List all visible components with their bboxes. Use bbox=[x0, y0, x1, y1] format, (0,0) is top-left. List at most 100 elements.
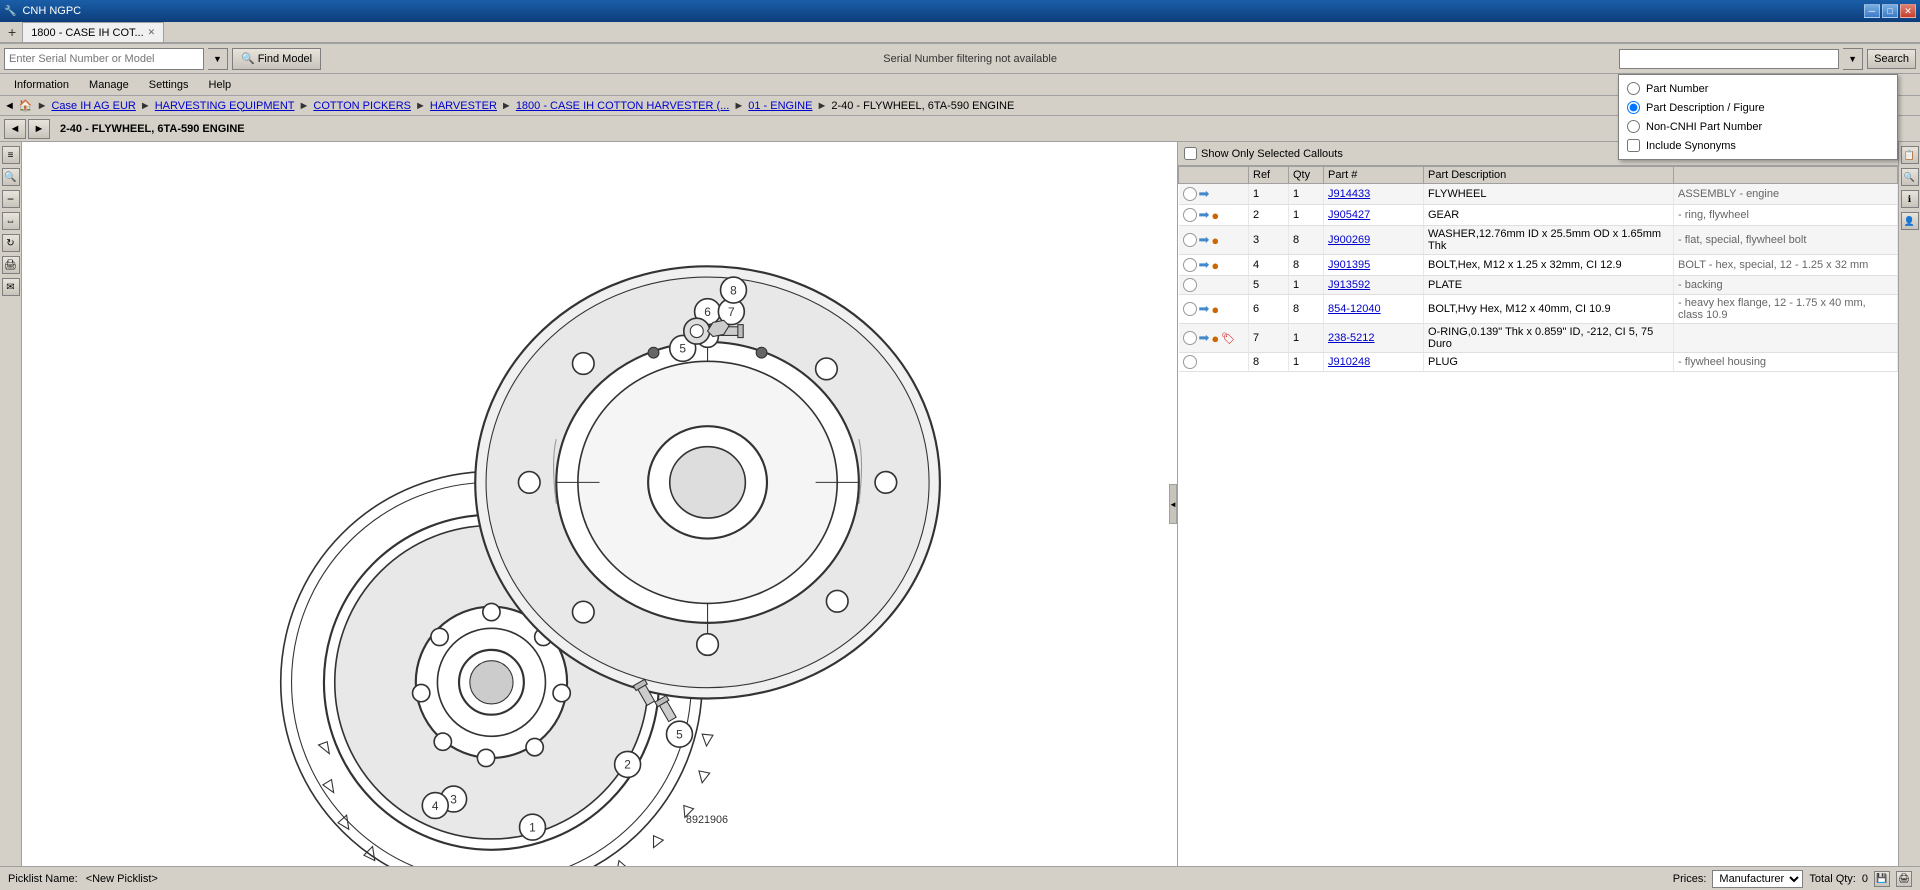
row-action-icons: ➡● bbox=[1179, 226, 1249, 255]
row-arrow-icon[interactable]: ➡ bbox=[1199, 207, 1210, 223]
row-cart-icon[interactable]: ● bbox=[1211, 258, 1219, 273]
row-select-circle[interactable] bbox=[1183, 331, 1197, 345]
part-number-link[interactable]: J900269 bbox=[1328, 234, 1370, 246]
search-button[interactable]: Search bbox=[1867, 49, 1916, 69]
right-panel: Show Only Selected Callouts Ref Qty Part… bbox=[1178, 142, 1898, 866]
row-part-number[interactable]: J900269 bbox=[1324, 226, 1424, 255]
find-model-icon: 🔍 bbox=[241, 52, 255, 65]
callout-filter-label[interactable]: Show Only Selected Callouts bbox=[1184, 147, 1343, 160]
search-radio-non-cnhi[interactable] bbox=[1627, 120, 1640, 133]
row-cart-icon[interactable]: ● bbox=[1211, 331, 1219, 346]
part-number-link[interactable]: J910248 bbox=[1328, 356, 1370, 368]
sidebar-print-icon[interactable]: 🖨 bbox=[2, 256, 20, 274]
nav-home-icon[interactable]: 🏠 bbox=[19, 99, 33, 112]
search-option-synonyms[interactable]: Include Synonyms bbox=[1623, 136, 1893, 155]
menu-settings[interactable]: Settings bbox=[139, 74, 199, 96]
row-cart-icon[interactable]: ● bbox=[1211, 302, 1219, 317]
row-select-circle[interactable] bbox=[1183, 278, 1197, 292]
svg-text:5: 5 bbox=[679, 342, 686, 356]
row-select-circle[interactable] bbox=[1183, 233, 1197, 247]
breadcrumb-engine[interactable]: 01 - ENGINE bbox=[748, 100, 812, 112]
row-part-number[interactable]: J913592 bbox=[1324, 276, 1424, 295]
tab-main[interactable]: 1800 - CASE IH COT... ✕ bbox=[22, 22, 164, 42]
right-sidebar-icon4[interactable]: 👤 bbox=[1901, 212, 1919, 230]
new-tab-button[interactable]: + bbox=[2, 22, 22, 42]
diagram-next-button[interactable]: ► bbox=[28, 119, 50, 139]
part-number-link[interactable]: J913592 bbox=[1328, 279, 1370, 291]
sidebar-menu-icon[interactable]: ≡ bbox=[2, 146, 20, 164]
row-part-number[interactable]: J910248 bbox=[1324, 353, 1424, 372]
breadcrumb-1800[interactable]: 1800 - CASE IH COTTON HARVESTER (... bbox=[516, 100, 730, 112]
part-number-link[interactable]: 854-12040 bbox=[1328, 303, 1381, 315]
search-input[interactable] bbox=[1619, 49, 1839, 69]
part-number-link[interactable]: J905427 bbox=[1328, 209, 1370, 221]
row-select-circle[interactable] bbox=[1183, 302, 1197, 316]
row-qty: 1 bbox=[1289, 353, 1324, 372]
sidebar-fit-icon[interactable]: ⇔ bbox=[2, 212, 20, 230]
row-tag-icon[interactable]: 🏷 bbox=[1221, 332, 1235, 345]
search-dropdown-arrow[interactable]: ▼ bbox=[1843, 48, 1863, 70]
col-partnum: Part # bbox=[1324, 167, 1424, 184]
svg-text:5: 5 bbox=[676, 727, 683, 741]
breadcrumb-harvester[interactable]: HARVESTER bbox=[430, 100, 497, 112]
right-sidebar-icon2[interactable]: 🔍 bbox=[1901, 168, 1919, 186]
row-qty: 1 bbox=[1289, 276, 1324, 295]
nav-back-icon[interactable]: ◄ bbox=[4, 100, 15, 112]
search-option-non-cnhi[interactable]: Non-CNHI Part Number bbox=[1623, 117, 1893, 136]
maximize-button[interactable]: □ bbox=[1882, 4, 1898, 18]
row-arrow-icon[interactable]: ➡ bbox=[1199, 186, 1210, 202]
row-arrow-icon[interactable]: ➡ bbox=[1199, 301, 1210, 317]
row-cart-icon[interactable]: ● bbox=[1211, 208, 1219, 223]
serial-dropdown-arrow[interactable]: ▼ bbox=[208, 48, 228, 70]
find-model-button[interactable]: 🔍 Find Model bbox=[232, 48, 321, 70]
parts-table-container[interactable]: Ref Qty Part # Part Description ➡11J9144… bbox=[1178, 166, 1898, 866]
title-bar-text: CNH NGPC bbox=[22, 5, 81, 17]
sidebar-email-icon[interactable]: ✉ bbox=[2, 278, 20, 296]
minimize-button[interactable]: ─ bbox=[1864, 4, 1880, 18]
search-checkbox-synonyms[interactable] bbox=[1627, 139, 1640, 152]
sidebar-zoom-out-icon[interactable]: − bbox=[2, 190, 20, 208]
sidebar-rotate-icon[interactable]: ↻ bbox=[2, 234, 20, 252]
row-part-number[interactable]: J905427 bbox=[1324, 205, 1424, 226]
status-bar: Picklist Name: <New Picklist> Prices: Ma… bbox=[0, 866, 1920, 890]
menu-help[interactable]: Help bbox=[199, 74, 242, 96]
menu-information[interactable]: Information bbox=[4, 74, 79, 96]
right-sidebar-icon1[interactable]: 📋 bbox=[1901, 146, 1919, 164]
part-number-link[interactable]: J914433 bbox=[1328, 188, 1370, 200]
close-button[interactable]: ✕ bbox=[1900, 4, 1916, 18]
menu-manage[interactable]: Manage bbox=[79, 74, 139, 96]
save-icon[interactable]: 💾 bbox=[1874, 871, 1890, 887]
row-arrow-icon[interactable]: ➡ bbox=[1199, 330, 1210, 346]
row-part-number[interactable]: J914433 bbox=[1324, 184, 1424, 205]
breadcrumb-harvesting[interactable]: HARVESTING EQUIPMENT bbox=[155, 100, 295, 112]
row-select-circle[interactable] bbox=[1183, 208, 1197, 222]
row-cart-icon[interactable]: ● bbox=[1211, 233, 1219, 248]
collapse-panel-button[interactable]: ◄ bbox=[1169, 484, 1177, 524]
row-select-circle[interactable] bbox=[1183, 355, 1197, 369]
diagram-prev-button[interactable]: ◄ bbox=[4, 119, 26, 139]
breadcrumb-case-ih[interactable]: Case IH AG EUR bbox=[51, 100, 135, 112]
row-select-circle[interactable] bbox=[1183, 187, 1197, 201]
right-sidebar-icon3[interactable]: ℹ bbox=[1901, 190, 1919, 208]
search-radio-part-number[interactable] bbox=[1627, 82, 1640, 95]
row-action-icons bbox=[1179, 276, 1249, 295]
part-number-link[interactable]: 238-5212 bbox=[1328, 332, 1375, 344]
row-arrow-icon[interactable]: ➡ bbox=[1199, 232, 1210, 248]
right-sidebar: 📋 🔍 ℹ 👤 bbox=[1898, 142, 1920, 866]
serial-input[interactable] bbox=[4, 48, 204, 70]
breadcrumb-cotton-pickers[interactable]: COTTON PICKERS bbox=[313, 100, 411, 112]
row-part-number[interactable]: 854-12040 bbox=[1324, 295, 1424, 324]
row-part-number[interactable]: J901395 bbox=[1324, 255, 1424, 276]
part-number-link[interactable]: J901395 bbox=[1328, 259, 1370, 271]
callout-filter-checkbox[interactable] bbox=[1184, 147, 1197, 160]
row-arrow-icon[interactable]: ➡ bbox=[1199, 257, 1210, 273]
print-status-icon[interactable]: 🖨 bbox=[1896, 871, 1912, 887]
prices-select[interactable]: Manufacturer Dealer Retail bbox=[1712, 870, 1803, 888]
search-option-part-number[interactable]: Part Number bbox=[1623, 79, 1893, 98]
search-radio-part-description[interactable] bbox=[1627, 101, 1640, 114]
search-option-part-description[interactable]: Part Description / Figure bbox=[1623, 98, 1893, 117]
tab-close-button[interactable]: ✕ bbox=[148, 27, 156, 38]
row-select-circle[interactable] bbox=[1183, 258, 1197, 272]
row-part-number[interactable]: 238-5212 bbox=[1324, 324, 1424, 353]
sidebar-zoom-in-icon[interactable]: 🔍 bbox=[2, 168, 20, 186]
